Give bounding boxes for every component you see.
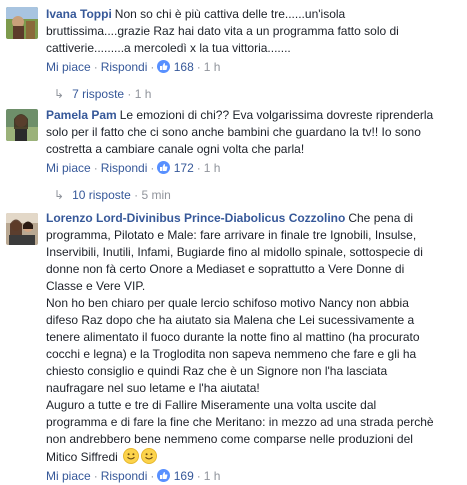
- thumbs-up-icon: [157, 60, 171, 73]
- comment-text-line: naufragare nel suo letame e l'ha aiutata…: [46, 381, 260, 395]
- like-link[interactable]: Mi piace: [46, 60, 91, 74]
- reply-arrow-icon: ↳: [54, 188, 65, 202]
- comment-text-line: cocchi e legna) e la Troglodita non sape…: [46, 347, 417, 361]
- like-link[interactable]: Mi piace: [46, 161, 91, 175]
- like-count[interactable]: 169: [174, 469, 194, 483]
- comment-author[interactable]: Pamela Pam: [46, 108, 117, 122]
- reply-link[interactable]: Rispondi: [101, 161, 148, 175]
- avatar[interactable]: [6, 109, 38, 141]
- comment-author[interactable]: Ivana Toppi: [46, 7, 112, 21]
- comment-text-line: difeso Raz dopo che ha aiutato sia Malen…: [46, 313, 415, 327]
- comment-text-line: Inservibili, Inutili, Infami, Bugiarde f…: [46, 245, 423, 259]
- like-link[interactable]: Mi piace: [46, 469, 91, 483]
- avatar[interactable]: [6, 7, 38, 39]
- comment-actions: Mi piace · Rispondi · 169 · 1 h: [46, 469, 221, 483]
- comment-text-line: Le emozioni di chi?? Eva volgarissima do…: [119, 108, 434, 122]
- avatar[interactable]: [6, 213, 38, 245]
- comment-time[interactable]: 1 h: [204, 60, 221, 74]
- replies-time: 1 h: [134, 87, 152, 101]
- comment-text-line: Che pena di: [348, 211, 414, 225]
- comment-text-line: Auguro a tutte e tre di Fallire Miserame…: [46, 398, 377, 412]
- like-count[interactable]: 168: [174, 60, 194, 74]
- comment-text-line: non andrebbero bene nemmeno come compars…: [46, 432, 413, 446]
- like-count[interactable]: 172: [174, 161, 194, 175]
- comment-text-line: solo per il fatto che ci sono anche bamb…: [46, 125, 421, 139]
- comment-text-line: tenere alimentato il fuoco durante la no…: [46, 330, 420, 344]
- reply-link[interactable]: Rispondi: [101, 60, 148, 74]
- comment-time[interactable]: 1 h: [204, 161, 221, 175]
- thumbs-up-icon: [157, 469, 171, 482]
- comment: Ivana Toppi Non so chi è più cattiva dell…: [6, 6, 467, 103]
- comment-text-line: Mitico Siffredi: [46, 450, 118, 464]
- comment-text-line: Non ho ben chiaro per quale lercio schif…: [46, 296, 409, 310]
- comment-actions: Mi piace · Rispondi · 168 · 1 h: [46, 60, 221, 74]
- comment-text-line: costretta a cambiare canale ogni volta c…: [46, 142, 305, 156]
- comment-text-line: bruttissima....grazie Raz hai dato vita …: [46, 24, 399, 38]
- view-replies-link[interactable]: ↳ 10 risposte · 5 min: [54, 186, 467, 204]
- comment-text-line: Classe e Vere VIP.: [46, 279, 146, 293]
- comment-text-line: donne non fà certo Onore a Mediaset e so…: [46, 262, 405, 276]
- replies-time: 5 min: [141, 188, 171, 202]
- replies-count[interactable]: 10 risposte: [72, 188, 131, 202]
- comment-author[interactable]: Lorenzo Lord-Divinibus Prince-Diabolicus…: [46, 211, 345, 225]
- comment: Lorenzo Lord-Divinibus Prince-Diabolicus…: [6, 210, 467, 485]
- comment-text-line: cattiverie.........a mercoledì x la tua …: [46, 41, 291, 55]
- thumbs-up-icon: [157, 161, 171, 174]
- replies-count[interactable]: 7 risposte: [72, 87, 124, 101]
- comment-text-line: programma e di fare la fine che Meritano…: [46, 415, 434, 429]
- reply-arrow-icon: ↳: [54, 87, 65, 101]
- view-replies-link[interactable]: ↳ 7 risposte · 1 h: [54, 85, 467, 103]
- comment-actions: Mi piace · Rispondi · 172 · 1 h: [46, 161, 221, 175]
- comment-text-line: chiesto consiglio e quindi Raz che è un …: [46, 364, 388, 378]
- comment-text-line: programma, Pilotato e Male: fare arrivar…: [46, 228, 417, 242]
- comment: Pamela Pam Le emozioni di chi?? Eva volga…: [6, 107, 467, 204]
- comment-time[interactable]: 1 h: [204, 469, 221, 483]
- smile-emoji-icon: [123, 448, 140, 464]
- reply-link[interactable]: Rispondi: [101, 469, 148, 483]
- comment-text-line: Non so chi è più cattiva delle tre......…: [114, 7, 346, 21]
- smile-emoji-icon: [141, 448, 158, 464]
